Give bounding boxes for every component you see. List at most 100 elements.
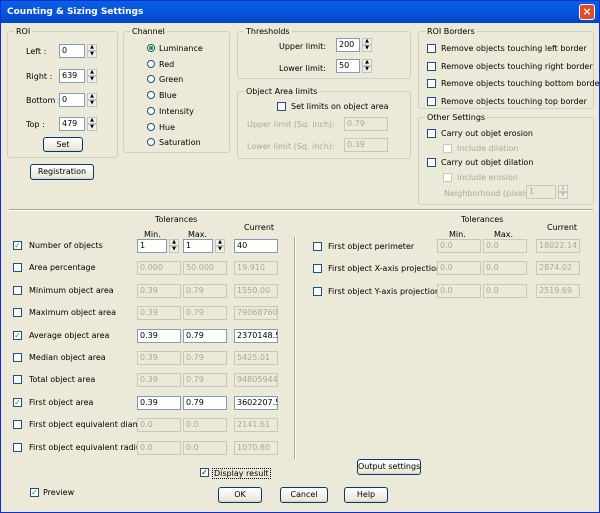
dilation-label: Carry out objet dilation <box>441 158 534 167</box>
registration-button[interactable]: Registration <box>30 164 94 180</box>
roi-field-spinner[interactable]: ▲ ▼ <box>87 44 97 58</box>
display-result-checkbox[interactable]: ✓ <box>200 468 209 477</box>
row-label: Average object area <box>29 330 110 340</box>
upper-limit-label: Upper limit: <box>279 42 327 51</box>
row-max-input[interactable]: 1 <box>183 239 213 253</box>
row-current-value: 40 <box>234 239 278 253</box>
row-label: Area percentage <box>29 263 96 273</box>
ok-button[interactable]: OK <box>218 487 262 503</box>
row-checkbox[interactable] <box>313 264 322 274</box>
row-max-input[interactable]: 0.79 <box>183 351 227 365</box>
row-checkbox[interactable]: ✓ <box>13 241 22 250</box>
include-erosion-checkbox[interactable] <box>443 173 452 182</box>
roi-border-label: Remove objects touching top border <box>441 96 587 106</box>
row-min-input[interactable]: 0.39 <box>137 351 181 365</box>
roi-field-input[interactable]: 0 <box>59 93 85 107</box>
roi-border-checkbox[interactable] <box>427 44 436 53</box>
row-min-input[interactable]: 0.0 <box>137 440 181 455</box>
lower-limit-spinner[interactable]: ▲ ▼ <box>362 59 372 73</box>
row-min-input[interactable]: 0.0 <box>437 239 481 253</box>
row-max-input[interactable]: 50.000 <box>183 261 227 276</box>
roi-field-input[interactable]: 0 <box>59 44 85 58</box>
row-max-input[interactable]: 0.79 <box>183 373 227 388</box>
area-lower-input[interactable]: 0.39 <box>344 138 388 152</box>
row-checkbox[interactable] <box>13 353 22 362</box>
row-checkbox[interactable] <box>13 285 22 295</box>
row-label: First object equivalent radius <box>29 442 146 452</box>
row-current-value: 2370148.5 <box>234 328 278 343</box>
row-min-input[interactable]: 0.0 <box>137 418 181 433</box>
dilation-checkbox[interactable] <box>427 158 436 167</box>
roi-borders-label: ROI Borders <box>425 27 477 36</box>
roi-field-input[interactable]: 639 <box>59 69 85 83</box>
row-min-input[interactable]: 0.39 <box>137 373 181 388</box>
close-button[interactable]: × <box>579 4 595 20</box>
roi-border-checkbox[interactable] <box>427 61 436 71</box>
roi-field-input[interactable]: 479 <box>59 117 85 131</box>
row-max-input[interactable]: 0.0 <box>183 440 227 455</box>
window-title: Counting & Sizing Settings <box>7 7 144 17</box>
row-current-value: 1070.80 <box>234 440 278 455</box>
row-min-input[interactable]: 0.39 <box>137 306 181 321</box>
roi-border-checkbox[interactable] <box>427 96 436 106</box>
area-upper-label: Upper limit (Sq. inch): <box>247 120 335 129</box>
neighborhood-input[interactable]: 1 <box>526 185 556 199</box>
channel-radio[interactable] <box>147 59 155 68</box>
channel-radio[interactable] <box>147 122 155 131</box>
row-checkbox[interactable] <box>13 308 22 318</box>
lower-limit-input[interactable]: 50 <box>336 59 360 73</box>
row-current-value: 2141.61 <box>234 418 278 433</box>
row-max-input[interactable]: 0.79 <box>183 395 227 410</box>
roi-field-spinner[interactable]: ▲ ▼ <box>87 93 97 107</box>
output-settings-button[interactable]: Output settings <box>357 459 421 475</box>
row-max-input[interactable]: 0.79 <box>183 283 227 298</box>
row-checkbox[interactable] <box>313 286 322 296</box>
row-min-input[interactable]: 0.39 <box>137 283 181 298</box>
roi-field-spinner[interactable]: ▲ ▼ <box>87 117 97 131</box>
row-checkbox[interactable] <box>13 263 22 273</box>
row-checkbox[interactable] <box>313 242 322 251</box>
set-button[interactable]: Set <box>43 137 83 152</box>
roi-field-spinner[interactable]: ▲ ▼ <box>87 69 97 83</box>
row-min-input[interactable]: 0.39 <box>137 395 181 410</box>
channel-option-label: Blue <box>159 91 177 101</box>
upper-limit-spinner[interactable]: ▲ ▼ <box>362 38 372 52</box>
channel-radio[interactable] <box>147 106 155 115</box>
row-min-input[interactable]: 0.39 <box>137 328 181 343</box>
row-checkbox[interactable] <box>13 420 22 430</box>
channel-option-label: Luminance <box>159 44 203 53</box>
row-checkbox[interactable] <box>13 375 22 385</box>
row-min-input[interactable]: 0.0 <box>437 261 481 276</box>
row-max-input[interactable]: 0.0 <box>483 239 527 253</box>
channel-option-label: Red <box>159 59 175 69</box>
row-max-input[interactable]: 0.79 <box>183 306 227 321</box>
display-result-label: Display result <box>212 468 271 479</box>
row-max-input[interactable]: 0.0 <box>483 261 527 276</box>
row-current-value: 79068760. <box>234 306 278 321</box>
erosion-checkbox[interactable] <box>427 129 436 138</box>
roi-border-checkbox[interactable] <box>427 79 436 88</box>
cancel-button[interactable]: Cancel <box>280 487 328 503</box>
row-min-input[interactable]: 0.0 <box>437 283 481 298</box>
row-current-value: 1550.00 <box>234 283 278 298</box>
column-divider <box>294 237 296 459</box>
row-max-spinner[interactable]: ▲ ▼ <box>215 239 225 253</box>
neighborhood-spinner[interactable]: ▲ ▼ <box>558 185 568 199</box>
preview-checkbox[interactable]: ✓ <box>30 488 39 497</box>
channel-radio[interactable] <box>147 44 155 52</box>
row-min-spinner[interactable]: ▲ ▼ <box>169 239 179 253</box>
row-checkbox[interactable]: ✓ <box>13 330 22 340</box>
row-max-input[interactable]: 0.79 <box>183 328 227 343</box>
row-checkbox[interactable] <box>13 442 22 452</box>
row-checkbox[interactable]: ✓ <box>13 397 22 407</box>
include-dilation-checkbox[interactable] <box>443 144 452 153</box>
row-min-input[interactable]: 1 <box>137 239 167 253</box>
row-min-input[interactable]: 0.000 <box>137 261 181 276</box>
set-limits-checkbox[interactable] <box>277 102 286 111</box>
help-button[interactable]: Help <box>344 487 388 503</box>
upper-limit-input[interactable]: 200 <box>336 38 360 52</box>
title-bar: Counting & Sizing Settings × <box>1 1 599 23</box>
row-max-input[interactable]: 0.0 <box>483 283 527 298</box>
row-max-input[interactable]: 0.0 <box>183 418 227 433</box>
area-upper-input[interactable]: 0.79 <box>344 117 388 131</box>
